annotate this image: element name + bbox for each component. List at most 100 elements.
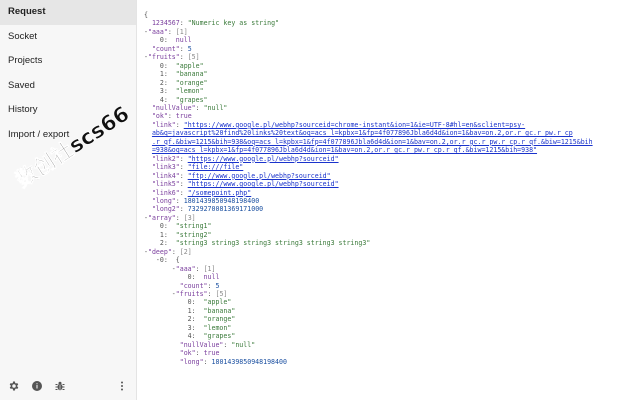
json-number: 5 [187,44,192,53]
json-punct: { [144,11,148,19]
json-line: 2: "string3 string3 string3 string3 stri… [144,239,640,247]
sidebar-nav: Request Socket Projects Saved History Import … [0,0,136,147]
json-number: 7329270081369171000 [187,205,264,214]
json-punct: 0: [144,298,204,307]
json-line: { [144,11,640,19]
json-punct: : [179,53,188,62]
json-punct: 1: [144,306,204,315]
json-punct [144,189,152,197]
gear-icon[interactable] [8,379,20,391]
json-punct: 0: [144,36,176,45]
json-string: "grapes" [175,95,208,104]
json-key: "link" [151,120,176,129]
sidebar-item-request[interactable]: Request [0,0,136,25]
json-link[interactable]: "https://www.google.pl/webhp?sourceid" [188,180,339,188]
json-key: "array" [147,213,176,222]
json-line: 3: "lemon" [144,324,640,332]
json-string: "banana" [203,306,236,315]
json-line: 2: "orange" [144,79,640,87]
json-punct: : [175,120,184,129]
json-punct: : [179,19,188,28]
json-key: "aaa" [147,27,168,36]
json-line: 1: "banana" [144,307,640,315]
json-punct [144,205,152,213]
json-string: "null" [231,340,256,349]
json-line: -"fruits": [5] [144,290,640,298]
json-key: "link2" [151,154,180,163]
json-punct [144,146,152,154]
json-key: "fruits" [175,289,208,298]
json-link[interactable]: "https://www.google.pl/webhp?sourceid=ch… [184,121,525,129]
json-line: -"fruits": [5] [144,53,640,61]
json-punct [144,180,152,188]
sidebar: Request Socket Projects Saved History Import … [0,0,137,400]
sidebar-item-import-export[interactable]: Import / export [0,123,136,148]
json-key: "link6" [151,188,180,197]
json-punct: : [167,27,176,36]
sidebar-item-projects[interactable]: Projects [0,49,136,74]
json-link[interactable]: "file:///file" [188,163,244,171]
info-icon[interactable] [31,379,43,391]
sidebar-item-saved[interactable]: Saved [0,74,136,99]
json-punct: 4: [144,95,176,104]
json-literal: null [175,36,192,45]
json-line: 0: null [144,36,640,44]
json-punct [144,138,152,146]
json-link[interactable]: "/somepoint.php" [188,189,252,197]
json-punct: : [175,213,184,222]
json-string: "orange" [175,78,208,87]
json-literal: true [175,112,192,121]
json-string: "apple" [203,298,232,307]
json-line: -"aaa": [1] [144,265,640,273]
json-line: "link5": "https://www.google.pl/webhp?so… [144,180,640,188]
json-punct: 1: [144,230,176,239]
json-line: 4: "grapes" [144,96,640,104]
sidebar-item-socket[interactable]: Socket [0,25,136,50]
json-link[interactable]: "https://www.google.pl/webhp?sourceid" [188,155,339,163]
json-link[interactable]: =938&oq=acs_l=kpbx=1&fp=4f077896Jbla6d4d… [152,146,537,154]
json-key: "deep" [147,247,172,256]
json-punct: : [179,154,188,163]
json-line: 2: "orange" [144,315,640,323]
bug-icon[interactable] [54,379,66,391]
json-key: "nullValue" [179,340,224,349]
json-line: ab&q=javascript%20find%20links%20text&oq… [144,129,640,137]
json-number: 1801439850948198400 [183,196,260,205]
json-string: "grapes" [203,332,236,341]
json-line: "link4": "ftp://www.google.pl/webhp?sour… [144,172,640,180]
json-line: 4: "grapes" [144,332,640,340]
json-count: [3] [183,213,196,222]
json-line: 1234567: "Numeric key as string" [144,19,640,27]
response-json-panel: { 1234567: "Numeric key as string" -"aaa"… [138,0,640,400]
json-punct [144,104,152,112]
json-key: "ok" [179,349,196,358]
json-link[interactable]: "ftp://www.google.pl/webhp?sourceid" [188,172,331,180]
json-punct [144,349,180,357]
more-vert-icon[interactable] [116,379,128,391]
json-punct: 2: [144,78,176,87]
json-punct: : [195,103,204,112]
json-punct [144,19,152,27]
json-count: [1] [175,27,188,36]
json-punct: : [179,205,188,214]
json-key: "nullValue" [151,103,196,112]
json-key: "link3" [151,163,180,172]
json-punct [144,197,152,205]
json-string: "null" [203,103,228,112]
json-punct: 2: [144,239,176,248]
json-line: "link3": "file:///file" [144,163,640,171]
json-count: [2] [179,247,192,256]
json-link[interactable]: .r_qf.&biw=1215&bih=938&oq=acs_l=kpbx=1&… [152,138,593,146]
json-punct [144,121,152,129]
json-line: "long2": 7329270081369171000 [144,205,640,213]
json-punct [144,282,180,290]
json-count: [1] [203,264,216,273]
json-punct: : [195,349,204,358]
json-literal: null [203,273,220,282]
json-line: "count": 5 [144,282,640,290]
json-link[interactable]: ab&q=javascript%20find%20links%20text&oq… [152,129,573,137]
json-number: 5 [215,281,220,290]
json-line: .r_qf.&biw=1215&bih=938&oq=acs_l=kpbx=1&… [144,138,640,146]
sidebar-item-history[interactable]: History [0,98,136,123]
json-punct: -0: { [144,256,180,265]
